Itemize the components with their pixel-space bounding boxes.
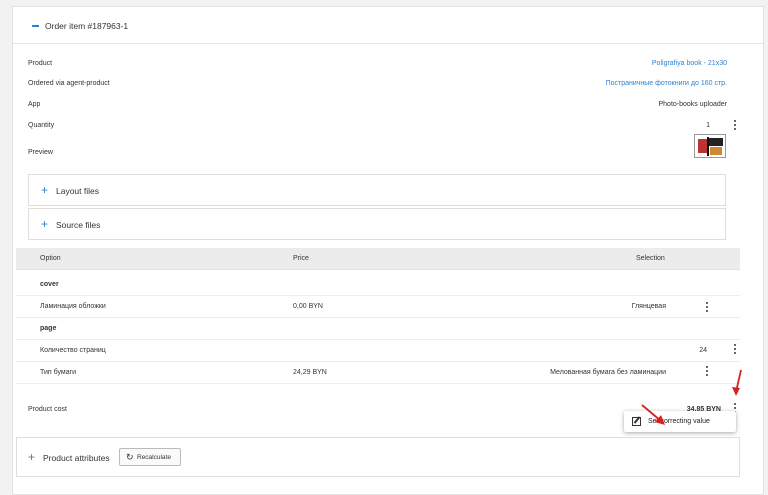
- order-item-header[interactable]: Order item #187963-1: [13, 7, 763, 44]
- option-selection: Глянцевая: [631, 303, 666, 310]
- row-kebab-icon[interactable]: [733, 344, 737, 354]
- collapse-icon[interactable]: [32, 25, 39, 27]
- table-row: Тип бумаги 24,29 BYN Мелованная бумага б…: [16, 362, 740, 384]
- plus-icon: +: [41, 183, 49, 197]
- plus-icon[interactable]: +: [28, 451, 35, 463]
- recalculate-button[interactable]: ↻ Recalculate: [119, 448, 181, 466]
- product-row: Product Poligrafiya book - 21x30: [28, 60, 740, 76]
- option-name: Ламинация обложки: [40, 303, 106, 310]
- quantity-row: Quantity 1: [28, 122, 740, 138]
- quantity-label: Quantity: [28, 122, 55, 129]
- group-label: page: [40, 325, 57, 332]
- app-value: Photo-books uploader: [658, 101, 728, 108]
- table-row: cover: [16, 274, 740, 296]
- product-link[interactable]: Poligrafiya book - 21x30: [652, 60, 727, 67]
- layout-files-accordion[interactable]: + Layout files: [28, 174, 726, 206]
- product-attributes-panel: + Product attributes ↻ Recalculate: [16, 437, 740, 477]
- option-name: Тип бумаги: [40, 369, 77, 376]
- app-row: App Photo-books uploader: [28, 101, 740, 117]
- group-label: cover: [40, 281, 59, 288]
- app-label: App: [28, 101, 41, 108]
- option-price: 24,29 BYN: [293, 369, 327, 376]
- annotation-arrow-icon: [641, 404, 665, 425]
- quantity-kebab-icon[interactable]: [733, 120, 737, 130]
- order-item-title: Order item #187963-1: [45, 21, 129, 31]
- quantity-value: 1: [706, 122, 710, 129]
- column-price: Price: [293, 255, 309, 262]
- preview-row: Preview: [28, 149, 740, 165]
- table-row: page: [16, 318, 740, 340]
- table-row: Количество страниц 24: [16, 340, 740, 362]
- source-files-label: Source files: [56, 220, 101, 230]
- row-kebab-icon[interactable]: [705, 302, 709, 312]
- option-price: 0,00 BYN: [293, 303, 323, 310]
- agent-product-link[interactable]: Постраничные фотокниги до 160 стр.: [606, 80, 727, 87]
- column-selection: Selection: [636, 255, 665, 262]
- refresh-icon: ↻: [126, 452, 134, 462]
- column-option: Option: [40, 255, 61, 262]
- options-table-header: Option Price Selection: [16, 248, 740, 270]
- option-selection: Мелованная бумага без ламинации: [550, 369, 666, 376]
- product-attributes-label[interactable]: Product attributes: [43, 453, 110, 463]
- recalculate-label: Recalculate: [137, 454, 171, 461]
- option-selection: 24: [699, 347, 707, 354]
- plus-icon: +: [41, 217, 49, 231]
- agent-label: Ordered via agent-product: [28, 80, 110, 87]
- option-name: Количество страниц: [40, 347, 106, 354]
- row-kebab-icon[interactable]: [705, 366, 709, 376]
- agent-row: Ordered via agent-product Постраничные ф…: [28, 80, 740, 96]
- product-label: Product: [28, 60, 53, 67]
- product-cost-label: Product cost: [28, 406, 67, 413]
- annotation-arrow-icon: [732, 369, 742, 396]
- source-files-accordion[interactable]: + Source files: [28, 208, 726, 240]
- layout-files-label: Layout files: [56, 186, 99, 196]
- preview-label: Preview: [28, 149, 53, 156]
- preview-thumbnail[interactable]: [694, 134, 726, 158]
- table-row: Ламинация обложки 0,00 BYN Глянцевая: [16, 296, 740, 318]
